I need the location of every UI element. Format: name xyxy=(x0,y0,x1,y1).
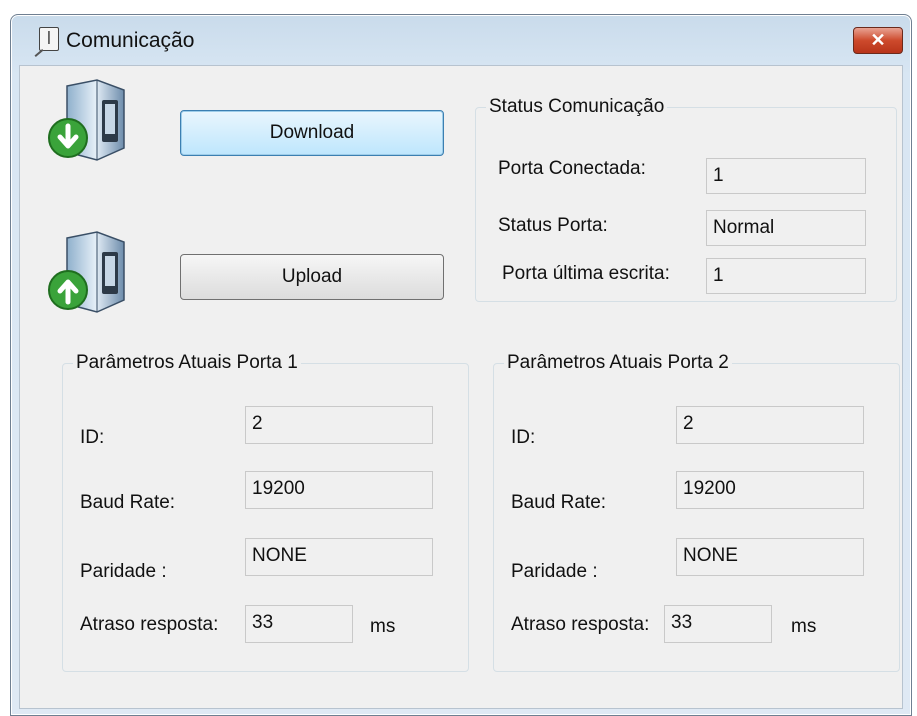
last-write-port-label: Porta última escrita: xyxy=(502,263,670,284)
port1-parity-label: Paridade : xyxy=(80,561,167,582)
port2-group: Parâmetros Atuais Porta 2 ID: 2 Baud Rat… xyxy=(493,352,900,672)
port2-baud-field: 19200 xyxy=(676,471,864,509)
port1-delay-label: Atraso resposta: xyxy=(80,614,219,635)
window-client-area: Download Upload Status Comunicação Porta… xyxy=(19,65,903,709)
port2-baud-label: Baud Rate: xyxy=(511,492,607,513)
connected-port-field: 1 xyxy=(706,158,866,194)
app-icon: ꟾ xyxy=(39,27,59,51)
status-group: Status Comunicação Porta Conectada: 1 St… xyxy=(475,96,897,302)
port1-id-field: 2 xyxy=(245,406,433,444)
communication-window: ꟾ Comunicação ✕ Download Upload Status C… xyxy=(10,14,912,716)
port1-group-legend: Parâmetros Atuais Porta 1 xyxy=(76,352,298,373)
close-button[interactable]: ✕ xyxy=(853,27,903,54)
port2-id-label: ID: xyxy=(511,427,536,448)
port2-delay-field: 33 xyxy=(664,605,772,643)
upload-button[interactable]: Upload xyxy=(180,254,444,300)
port1-delay-field: 33 xyxy=(245,605,353,643)
port2-delay-label: Atraso resposta: xyxy=(511,614,650,635)
download-button[interactable]: Download xyxy=(180,110,444,156)
port2-delay-unit: ms xyxy=(791,616,817,637)
port-status-label: Status Porta: xyxy=(498,215,608,236)
port1-id-label: ID: xyxy=(80,427,105,448)
port-status-field: Normal xyxy=(706,210,866,246)
server-upload-icon xyxy=(48,231,125,313)
port2-parity-field: NONE xyxy=(676,538,864,576)
connected-port-label: Porta Conectada: xyxy=(498,158,646,179)
port2-id-field: 2 xyxy=(676,406,864,444)
server-download-icon xyxy=(48,79,125,161)
port1-delay-unit: ms xyxy=(370,616,396,637)
port1-baud-label: Baud Rate: xyxy=(80,492,176,513)
port1-parity-field: NONE xyxy=(245,538,433,576)
port1-group: Parâmetros Atuais Porta 1 ID: 2 Baud Rat… xyxy=(62,352,469,672)
last-write-port-field: 1 xyxy=(706,258,866,294)
title-bar[interactable]: ꟾ Comunicação ✕ xyxy=(11,15,911,65)
window-title: Comunicação xyxy=(66,29,195,52)
port2-group-legend: Parâmetros Atuais Porta 2 xyxy=(507,352,729,373)
port1-baud-field: 19200 xyxy=(245,471,433,509)
status-group-legend: Status Comunicação xyxy=(489,96,665,117)
port2-parity-label: Paridade : xyxy=(511,561,598,582)
